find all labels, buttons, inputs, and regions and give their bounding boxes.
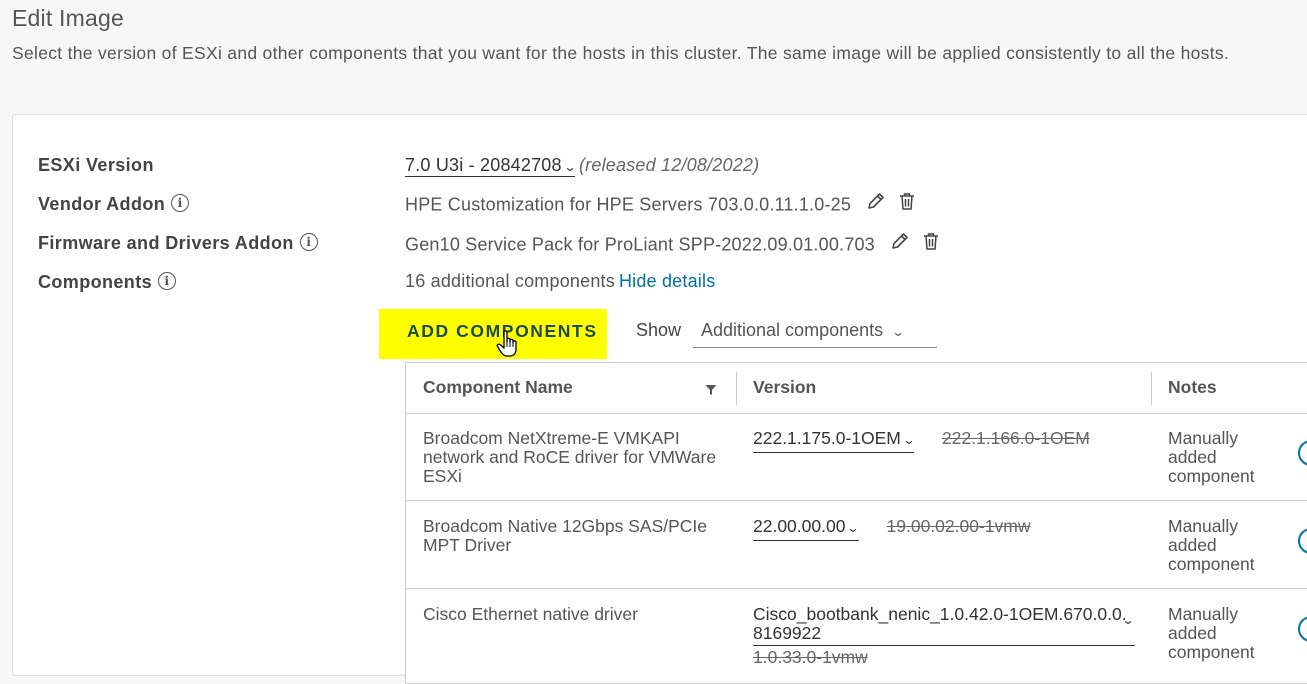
esxi-version-value: 7.0 U3i - 20842708⌄ (released 12/08/2022) [405, 155, 760, 177]
component-version-cell: 22.00.00.00⌄ 19.00.02.00-1vmw [753, 517, 1031, 541]
firmware-addon-value: Gen10 Service Pack for ProLiant SPP-2022… [405, 233, 941, 258]
esxi-release-date: (released 12/08/2022) [578, 155, 760, 175]
row-action-icon[interactable] [1298, 440, 1307, 466]
component-version-text: Cisco_bootbank_nenic_1.0.42.0-1OEM.670.0… [753, 604, 1127, 643]
delete-trash-icon[interactable] [921, 231, 941, 256]
show-filter-select[interactable]: Additional components ⌄ [693, 320, 937, 348]
chevron-down-icon: ⌄ [902, 433, 916, 447]
chevron-down-icon: ⌄ [891, 325, 905, 339]
page-description: Select the version of ESXi and other com… [12, 43, 1230, 63]
previous-version: 222.1.166.0-1OEM [941, 428, 1090, 448]
firmware-addon-text: Gen10 Service Pack for ProLiant SPP-2022… [405, 234, 875, 255]
component-version-dropdown[interactable]: 222.1.175.0-1OEM⌄ [753, 428, 916, 453]
chevron-down-icon: ⌄ [563, 160, 577, 174]
row-action-icon[interactable] [1298, 616, 1307, 642]
vendor-addon-label: Vendor Addon i [38, 194, 190, 215]
column-resize-handle[interactable] [1151, 372, 1152, 405]
column-header-version[interactable]: Version [753, 377, 816, 398]
edit-pencil-icon[interactable] [890, 231, 910, 256]
firmware-addon-label: Firmware and Drivers Addon i [38, 233, 318, 254]
component-version-cell: 222.1.175.0-1OEM⌄ 222.1.166.0-1OEM [753, 429, 1090, 453]
components-count: 16 additional components [405, 271, 615, 291]
component-name-cell: Broadcom NetXtreme-E VMKAPI network and … [423, 428, 717, 486]
hand-pointer-icon [496, 329, 522, 364]
component-version-text: 22.00.00.00 [753, 516, 846, 536]
vendor-addon-label-text: Vendor Addon [38, 194, 166, 214]
row-action-icon[interactable] [1298, 528, 1307, 554]
esxi-version-text: 7.0 U3i - 20842708 [405, 155, 562, 175]
component-name-cell: Broadcom Native 12Gbps SAS/PCIe MPT Driv… [423, 516, 708, 555]
component-name-cell: Cisco Ethernet native driver [423, 604, 638, 624]
column-header-notes[interactable]: Notes [1168, 377, 1217, 398]
page-title: Edit Image [12, 5, 124, 31]
component-version-dropdown[interactable]: Cisco_bootbank_nenic_1.0.42.0-1OEM.670.0… [753, 605, 1135, 646]
component-version-dropdown[interactable]: 22.00.00.00⌄ [753, 516, 861, 541]
delete-trash-icon[interactable] [897, 191, 917, 216]
column-resize-handle[interactable] [736, 372, 737, 405]
components-value: 16 additional components Hide details [405, 271, 715, 292]
show-filter-value: Additional components [701, 320, 884, 340]
notes-cell: Manually added component [1168, 428, 1255, 486]
info-icon[interactable]: i [299, 233, 318, 252]
table-header: Component Name Version Notes [406, 363, 1307, 414]
vendor-addon-value: HPE Customization for HPE Servers 703.0.… [405, 193, 917, 218]
table-row: Broadcom NetXtreme-E VMKAPI network and … [406, 413, 1307, 501]
previous-version: 19.00.02.00-1vmw [886, 516, 1031, 536]
notes-cell: Manually added component [1168, 604, 1255, 662]
edit-pencil-icon[interactable] [866, 191, 886, 216]
vendor-addon-text: HPE Customization for HPE Servers 703.0.… [405, 194, 852, 215]
components-table: Component Name Version Notes Broadcom Ne… [405, 362, 1307, 684]
info-icon[interactable]: i [158, 272, 176, 291]
chevron-down-icon: ⌄ [846, 521, 861, 535]
components-label: Components i [38, 272, 176, 293]
chevron-down-icon: ⌄ [1121, 613, 1135, 627]
notes-cell: Manually added component [1168, 516, 1255, 574]
table-row: Cisco Ethernet native driver Cisco_bootb… [406, 589, 1307, 683]
column-header-name[interactable]: Component Name [423, 377, 573, 398]
filter-icon[interactable] [705, 383, 717, 401]
esxi-version-label: ESXi Version [38, 155, 154, 176]
esxi-version-label-text: ESXi Version [38, 155, 154, 175]
components-label-text: Components [38, 272, 152, 292]
table-row: Broadcom Native 12Gbps SAS/PCIe MPT Driv… [406, 501, 1307, 589]
component-version-text: 222.1.175.0-1OEM [753, 428, 901, 448]
add-components-button[interactable]: ADD COMPONENTS [379, 309, 607, 359]
esxi-version-dropdown[interactable]: 7.0 U3i - 20842708⌄ [405, 155, 577, 177]
show-label: Show [636, 320, 682, 340]
firmware-addon-label-text: Firmware and Drivers Addon [38, 233, 294, 253]
hide-details-link[interactable]: Hide details [619, 271, 715, 291]
info-icon[interactable]: i [171, 194, 190, 213]
